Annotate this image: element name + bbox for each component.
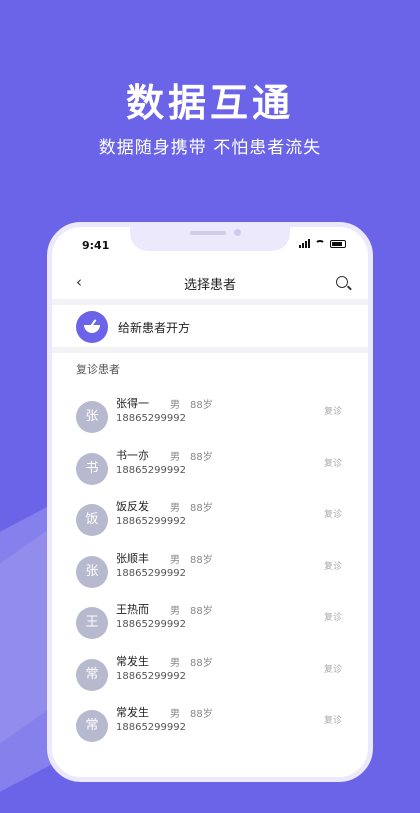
wifi-icon [315,239,325,248]
patient-name: 张得一 [116,397,149,410]
patient-sex: 男 [170,503,180,514]
promo-headline: 数据互通 [125,81,294,125]
patient-phone: 18865299992 [116,464,186,476]
patient-age: 88岁 [190,503,213,514]
avatar: 张 [76,555,108,588]
camera-dot [234,229,241,236]
patient-sex: 男 [170,554,180,566]
patient-name: 书一亦 [116,448,149,462]
phone-frame: 9:41 ‹ 选择患者 给新患者开方 复诊患者 张张得一男 88岁 18865299… [47,222,373,782]
patient-phone: 18865299992 [116,567,186,579]
patient-row[interactable]: 书书一亦 男 88岁 18865299992 复诊 [52,447,368,497]
patient-sex: 男 [170,451,180,463]
revisit-tag: 复诊 [323,613,342,623]
section-label: 复诊患者 [76,363,120,376]
patient-age: 88岁 [190,709,213,720]
patient-phone: 18865299992 [116,670,186,682]
patient-phone: 18865299992 [116,516,186,527]
new-patient-button[interactable]: 给新患者开方 [52,311,368,345]
status-icons [299,239,346,248]
patient-name: 常发生 [116,706,149,719]
speaker-grill [190,231,226,235]
patient-sex: 男 [170,400,180,411]
patient-age: 88岁 [190,657,213,669]
new-patient-label: 给新患者开方 [118,321,191,335]
patient-age: 88岁 [190,606,213,617]
battery-icon [330,239,346,248]
avatar: 书 [76,452,108,485]
avatar: 饭 [76,504,108,536]
patient-sex: 男 [170,709,180,720]
signal-icon [299,239,310,248]
nav-bar: ‹ 选择患者 [52,263,368,303]
revisit-tag: 复诊 [323,510,342,520]
patient-name: 张顺丰 [116,551,149,565]
patient-row[interactable]: 张张顺丰 男 88岁 18865299992 复诊 [52,550,368,600]
promo-subline: 数据随身携带 不怕患者流失 [98,138,322,158]
patient-name: 饭反发 [116,500,149,513]
patient-age: 88岁 [190,451,213,463]
revisit-tag: 复诊 [323,407,342,417]
status-time: 9:41 [82,239,110,252]
page-title: 选择患者 [183,278,236,293]
mortar-icon [76,311,108,343]
avatar: 王 [76,607,108,639]
patient-phone: 18865299992 [116,619,186,630]
patient-phone: 18865299992 [116,413,186,424]
patient-row[interactable]: 张张得一 男 88岁 18865299992 复诊 [52,395,368,445]
phone-notch [130,227,290,251]
avatar: 常 [76,710,108,742]
patient-name: 王热而 [116,603,149,616]
patient-row[interactable]: 常常发生男 88岁 18865299992 复诊 [52,704,368,754]
patient-age: 88岁 [190,400,213,411]
revisit-tag: 复诊 [323,664,342,675]
search-icon[interactable] [336,276,348,288]
patient-row[interactable]: 王王热而 男 88岁 18865299992 复诊 [52,601,368,651]
divider [52,299,368,305]
patient-row[interactable]: 常常发生 男 88岁 18865299992 复诊 [52,653,368,703]
patient-age: 88岁 [190,554,213,566]
patient-row[interactable]: 饭饭反发 男 88岁 18865299992 复诊 [52,498,368,548]
patient-sex: 男 [170,657,180,669]
patient-sex: 男 [170,606,180,617]
revisit-tag: 复诊 [323,561,342,572]
patient-phone: 18865299992 [116,722,186,733]
avatar: 张 [76,401,108,433]
patient-name: 常发生 [116,654,149,668]
revisit-tag: 复诊 [323,458,342,469]
avatar: 常 [76,658,108,691]
divider [52,347,368,353]
